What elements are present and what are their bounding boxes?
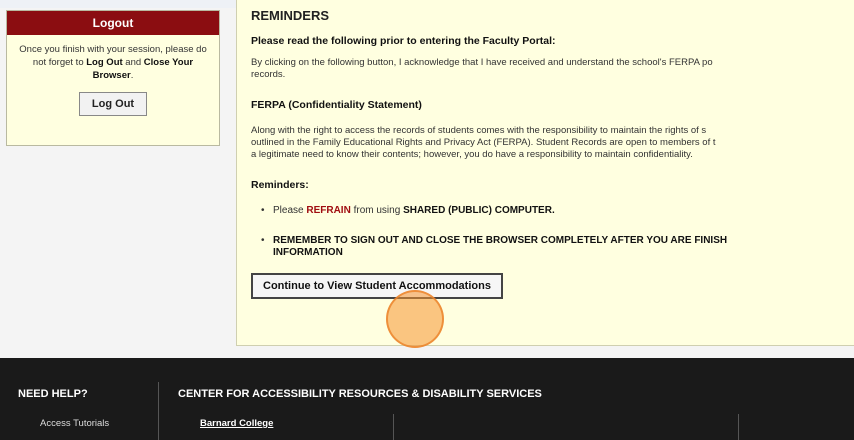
footer-divider-3 [738, 414, 739, 440]
reminders-list: Please REFRAIN from using SHARED (PUBLIC… [251, 205, 854, 259]
continue-button[interactable]: Continue to View Student Accommodations [251, 273, 503, 299]
logout-panel-title: Logout [7, 11, 219, 35]
intro-heading: Please read the following prior to enter… [251, 35, 556, 47]
intro-text-line2: records. [251, 69, 286, 80]
list-item: Please REFRAIN from using SHARED (PUBLIC… [261, 205, 854, 217]
bullet1-text: Please [273, 205, 307, 216]
reminders-panel: REMINDERS Please read the following prio… [236, 0, 854, 346]
intro-text-line1: By clicking on the following button, I a… [251, 57, 713, 68]
logout-message-and: and [122, 57, 144, 68]
ferpa-heading: FERPA (Confidentiality Statement) [251, 99, 422, 111]
bullet1-shared: SHARED (PUBLIC) COMPUTER. [403, 205, 555, 216]
logout-message: Once you finish with your session, pleas… [7, 35, 219, 82]
footer-divider-2 [393, 414, 394, 440]
logout-message-period: . [130, 70, 134, 81]
ferpa-text-line3: a legitimate need to know their contents… [251, 149, 693, 160]
list-item: REMEMBER TO SIGN OUT AND CLOSE THE BROWS… [261, 235, 854, 259]
click-indicator [386, 290, 444, 348]
reminders-subheading: Reminders: [251, 179, 309, 191]
access-tutorials-link[interactable]: Access Tutorials [40, 418, 109, 429]
logout-panel: Logout Once you finish with your session… [6, 10, 220, 146]
ferpa-text-line1: Along with the right to access the recor… [251, 125, 707, 136]
footer-divider [158, 382, 159, 440]
logout-message-logout: Log Out [86, 57, 123, 68]
bullet2-line1: REMEMBER TO SIGN OUT AND CLOSE THE BROWS… [273, 235, 728, 246]
footer-center-title: CENTER FOR ACCESSIBILITY RESOURCES & DIS… [178, 388, 542, 400]
footer-need-help: NEED HELP? [18, 388, 88, 400]
barnard-college-link[interactable]: Barnard College [200, 418, 273, 429]
footer: NEED HELP? CENTER FOR ACCESSIBILITY RESO… [0, 358, 854, 440]
bullet1-refrain: REFRAIN [306, 205, 351, 216]
reminders-title: REMINDERS [251, 8, 330, 23]
ferpa-text-line2: outlined in the Family Educational Right… [251, 137, 716, 148]
bullet2-line2: INFORMATION [273, 247, 343, 258]
logout-button[interactable]: Log Out [79, 92, 147, 116]
bullet1-mid: from using [350, 205, 404, 216]
